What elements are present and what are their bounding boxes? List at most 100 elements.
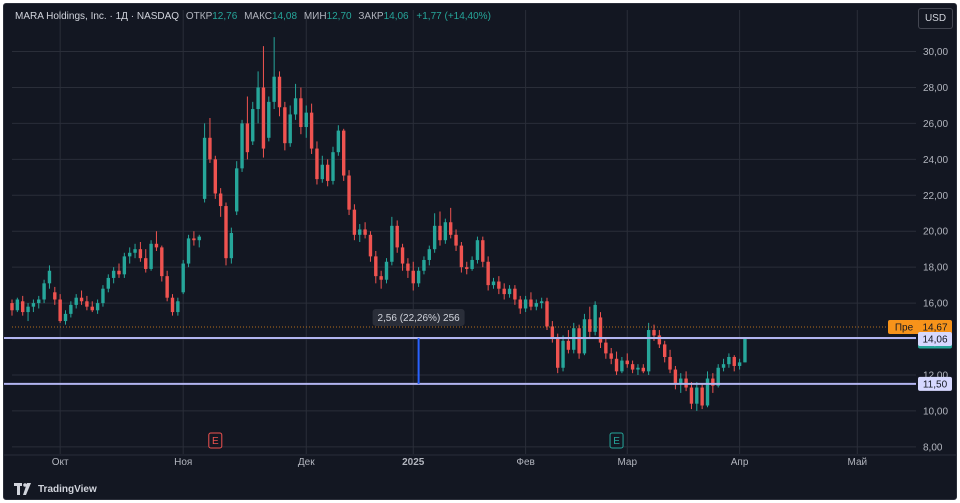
candle [283, 101, 287, 151]
candle [277, 71, 282, 117]
candle-body [202, 137, 207, 199]
candle-body [545, 301, 549, 327]
candle-body [347, 175, 351, 210]
candle-body [192, 238, 196, 241]
level-price-badge: 14,06 [918, 331, 952, 346]
candle-body [673, 369, 678, 384]
candle [577, 324, 581, 359]
candle-body [267, 101, 271, 138]
chart-window: 2,56 (22,26%) 256EE 8,0010,0012,0014,001… [3, 3, 957, 500]
candle [58, 294, 62, 323]
candle-body [630, 364, 635, 370]
candle-body [15, 299, 20, 311]
price-tick-label: 8,00 [923, 442, 943, 453]
candle [117, 263, 121, 278]
candle-body [320, 164, 324, 180]
change-value: +1,77 (+14,40%) [416, 11, 491, 22]
level-price-badge-text: 14,06 [922, 334, 947, 345]
time-tick-label: Фев [516, 457, 534, 468]
candle-body [256, 87, 260, 110]
earnings-marker-label: E [212, 436, 219, 447]
candle [267, 96, 271, 142]
candle-body [165, 276, 169, 298]
candles [10, 37, 747, 411]
candle [630, 360, 635, 374]
candle [604, 339, 608, 359]
candle [684, 371, 688, 392]
candle-body [21, 301, 25, 313]
candle-body [609, 353, 613, 359]
candle-body [406, 263, 410, 271]
candle [416, 267, 421, 287]
candle [21, 295, 25, 316]
price-tick-label: 24,00 [923, 155, 948, 166]
candle-body [224, 206, 228, 259]
candle-body [272, 76, 276, 102]
candle [26, 303, 30, 322]
candle [63, 310, 68, 325]
candle [390, 216, 394, 266]
candle [695, 382, 699, 411]
price-chart[interactable]: 2,56 (22,26%) 256EE 8,0010,0012,0014,001… [4, 4, 956, 499]
candle [69, 301, 73, 318]
candle-body [299, 98, 303, 128]
candle-body [331, 152, 335, 181]
candle [309, 103, 314, 154]
candle [406, 258, 410, 278]
time-tick-label: Май [848, 457, 868, 468]
close-label: ЗАКР [358, 11, 384, 22]
candle [582, 313, 587, 356]
time-tick-label: Мар [617, 457, 637, 468]
candle [170, 294, 175, 316]
candle-body [384, 261, 389, 280]
candle [304, 105, 308, 138]
exchange-label: NASDAQ [136, 11, 180, 22]
tradingview-logo[interactable]: TradingView [14, 482, 97, 496]
candle [673, 365, 678, 390]
interval-label[interactable]: 1Д [116, 11, 128, 22]
candle-body [101, 288, 105, 304]
candle [636, 364, 640, 375]
candle-body [58, 299, 62, 322]
candle [245, 96, 250, 160]
candle [293, 83, 298, 120]
candle-body [42, 283, 46, 300]
symbol-name[interactable]: MARA Holdings, Inc. [15, 11, 107, 22]
candle [122, 252, 127, 278]
candle [384, 258, 389, 284]
candle-body [251, 109, 255, 142]
time-axis[interactable]: Окт Ноя Дек 2025 Фев Мар Апр Май [52, 457, 867, 468]
candle [593, 301, 597, 336]
currency-button[interactable]: USD [918, 8, 953, 29]
candle-body [721, 364, 726, 368]
earnings-marker-icon[interactable]: E [609, 432, 624, 449]
candle [657, 330, 662, 348]
candle-body [459, 245, 464, 268]
candle [176, 297, 180, 316]
level-price-badge: 11,50 [918, 376, 952, 391]
price-tick-label: 18,00 [923, 263, 948, 274]
candle-body [63, 313, 68, 322]
candle-body [336, 130, 341, 153]
candle-body [218, 193, 223, 207]
open-value: 12,76 [212, 11, 238, 22]
open-label: ОТКР [185, 11, 213, 22]
candle-body [614, 358, 619, 372]
candle [507, 285, 512, 298]
candle [111, 267, 116, 284]
earnings-marker-icon[interactable]: E [208, 432, 223, 449]
candle [165, 270, 169, 302]
candle [240, 119, 244, 172]
candle-body [566, 340, 571, 350]
candle-body [390, 225, 394, 262]
candle [261, 46, 266, 158]
price-axis[interactable]: 8,0010,0012,0014,0016,0018,0020,0022,002… [888, 47, 952, 453]
candle-body [374, 256, 378, 277]
candle [502, 283, 506, 300]
candle [325, 159, 330, 187]
candle-body [743, 337, 747, 363]
candle-body [695, 387, 699, 404]
candle [10, 299, 14, 316]
candle-body [208, 137, 212, 160]
candle-body [620, 360, 624, 372]
